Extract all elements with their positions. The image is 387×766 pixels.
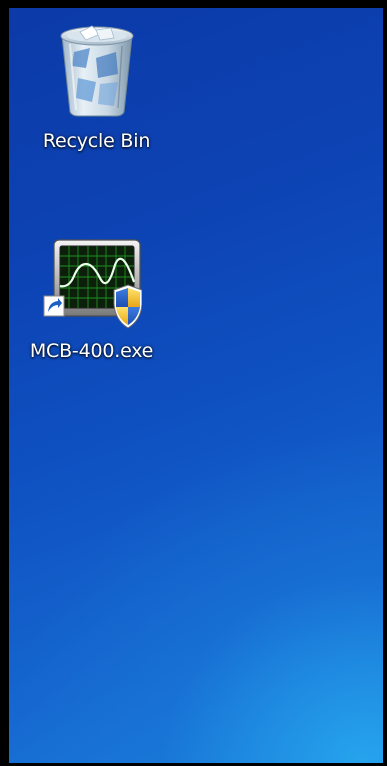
shortcut-arrow-icon	[43, 295, 64, 317]
oscilloscope-app-icon	[43, 239, 142, 329]
mcb-400-shortcut[interactable]: MCB-400.exe	[14, 238, 169, 362]
mcb-400-label: MCB-400.exe	[29, 340, 154, 362]
desktop-background: Recycle Bin MCB-400.exe	[9, 8, 383, 763]
uac-shield-icon	[113, 284, 142, 329]
recycle-bin-shortcut[interactable]: Recycle Bin	[19, 22, 174, 152]
recycle-bin-icon	[60, 25, 133, 117]
recycle-bin-label: Recycle Bin	[42, 130, 151, 152]
screen-frame: Recycle Bin MCB-400.exe	[0, 0, 387, 766]
